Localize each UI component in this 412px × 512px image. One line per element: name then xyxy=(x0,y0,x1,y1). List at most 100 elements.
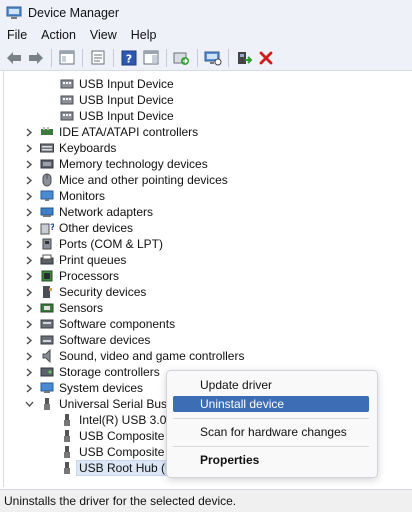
menu-action[interactable]: Action xyxy=(34,28,83,42)
toolbar: ? xyxy=(0,45,412,71)
toolbar-separator xyxy=(197,48,198,67)
monitor-icon xyxy=(40,189,54,203)
processor-icon xyxy=(40,269,54,283)
system-device-icon xyxy=(40,381,54,395)
help-icon[interactable]: ? xyxy=(119,48,138,67)
chevron-right-icon[interactable] xyxy=(24,159,34,169)
tree-category-security[interactable]: Security devices xyxy=(24,284,146,300)
menu-item-update-driver[interactable]: Update driver xyxy=(173,377,369,393)
menu-item-properties[interactable]: Properties xyxy=(173,452,369,468)
sensor-icon xyxy=(40,301,54,315)
menu-view[interactable]: View xyxy=(83,28,124,42)
forward-arrow-icon[interactable] xyxy=(26,48,45,67)
usb-icon xyxy=(60,413,74,427)
context-menu: Update driver Uninstall device Scan for … xyxy=(166,370,378,478)
update-driver-icon[interactable] xyxy=(172,48,191,67)
tree-category-sound[interactable]: Sound, video and game controllers xyxy=(24,348,244,364)
mouse-icon xyxy=(40,173,54,187)
chevron-right-icon[interactable] xyxy=(24,271,34,281)
tree-item-usb-input-device[interactable]: USB Input Device xyxy=(60,76,174,92)
tree-category-system[interactable]: System devices xyxy=(24,380,143,396)
tree-category-mice[interactable]: Mice and other pointing devices xyxy=(24,172,228,188)
toolbar-separator xyxy=(82,48,83,67)
tree-category-keyboards[interactable]: Keyboards xyxy=(24,140,116,156)
tree-category-processors[interactable]: Processors xyxy=(24,268,119,284)
tree-category-print-queues[interactable]: Print queues xyxy=(24,252,126,268)
delete-x-icon[interactable] xyxy=(256,48,275,67)
chevron-right-icon[interactable] xyxy=(24,319,34,329)
tree-category-memory[interactable]: Memory technology devices xyxy=(24,156,208,172)
svg-text:?: ? xyxy=(50,223,54,233)
menu-bar: File Action View Help xyxy=(0,25,412,45)
tree-category-ports[interactable]: Ports (COM & LPT) xyxy=(24,236,163,252)
chevron-right-icon[interactable] xyxy=(24,367,34,377)
chevron-right-icon[interactable] xyxy=(24,351,34,361)
speaker-icon xyxy=(40,349,54,363)
chevron-right-icon[interactable] xyxy=(24,239,34,249)
usb-icon xyxy=(60,445,74,459)
chevron-right-icon[interactable] xyxy=(24,287,34,297)
chevron-right-icon[interactable] xyxy=(24,383,34,393)
device-manager-icon xyxy=(6,6,22,19)
storage-controller-icon xyxy=(40,365,54,379)
window-title: Device Manager xyxy=(28,5,120,20)
menu-separator xyxy=(173,446,369,447)
menu-item-scan-hardware-changes[interactable]: Scan for hardware changes xyxy=(173,424,369,440)
tree-item-usb-input-device[interactable]: USB Input Device xyxy=(60,108,174,124)
toolbar-separator xyxy=(228,48,229,67)
usb-icon xyxy=(60,429,74,443)
menu-separator xyxy=(173,418,369,419)
tree-category-sensors[interactable]: Sensors xyxy=(24,300,103,316)
chevron-right-icon[interactable] xyxy=(24,223,34,233)
tree-category-network[interactable]: Network adapters xyxy=(24,204,153,220)
enable-device-icon[interactable] xyxy=(234,48,253,67)
tree-category-ide[interactable]: IDE ATA/ATAPI controllers xyxy=(24,124,198,140)
ide-controller-icon xyxy=(40,125,54,139)
status-bar: Uninstalls the driver for the selected d… xyxy=(0,489,412,512)
chevron-right-icon[interactable] xyxy=(24,127,34,137)
toolbar-separator xyxy=(51,48,52,67)
chevron-right-icon[interactable] xyxy=(24,207,34,217)
network-adapter-icon xyxy=(40,205,54,219)
port-icon xyxy=(40,237,54,251)
chevron-right-icon[interactable] xyxy=(24,175,34,185)
keyboard-icon xyxy=(40,141,54,155)
back-arrow-icon[interactable] xyxy=(4,48,23,67)
properties-sheet-icon[interactable] xyxy=(88,48,107,67)
menu-file[interactable]: File xyxy=(0,28,34,42)
chevron-down-icon[interactable] xyxy=(24,399,34,409)
chevron-right-icon[interactable] xyxy=(24,255,34,265)
memory-icon xyxy=(40,157,54,171)
tree-item-usb-input-device[interactable]: USB Input Device xyxy=(60,92,174,108)
toolbar-separator xyxy=(113,48,114,67)
action-pane-icon[interactable] xyxy=(141,48,160,67)
toolbar-separator xyxy=(166,48,167,67)
software-device-icon xyxy=(40,333,54,347)
tree-category-software-devices[interactable]: Software devices xyxy=(24,332,150,348)
security-device-icon xyxy=(40,285,54,299)
software-component-icon xyxy=(40,317,54,331)
printer-icon xyxy=(40,253,54,267)
chevron-right-icon[interactable] xyxy=(24,303,34,313)
menu-help[interactable]: Help xyxy=(124,28,164,42)
tree-category-other[interactable]: ? Other devices xyxy=(24,220,133,236)
svg-text:?: ? xyxy=(125,52,131,65)
chevron-right-icon[interactable] xyxy=(24,191,34,201)
device-manager-window: Device Manager File Action View Help ? U… xyxy=(0,0,412,512)
hid-device-icon xyxy=(60,77,74,91)
scan-hardware-changes-icon[interactable] xyxy=(203,48,222,67)
status-text: Uninstalls the driver for the selected d… xyxy=(4,494,237,508)
hid-device-icon xyxy=(60,93,74,107)
tree-category-storage[interactable]: Storage controllers xyxy=(24,364,160,380)
usb-icon xyxy=(40,397,54,411)
hid-device-icon xyxy=(60,109,74,123)
tree-category-software-components[interactable]: Software components xyxy=(24,316,175,332)
menu-item-uninstall-device[interactable]: Uninstall device xyxy=(173,396,369,412)
unknown-device-icon: ? xyxy=(40,221,54,235)
title-bar: Device Manager xyxy=(0,0,412,25)
chevron-right-icon[interactable] xyxy=(24,143,34,153)
tree-category-monitors[interactable]: Monitors xyxy=(24,188,105,204)
chevron-right-icon[interactable] xyxy=(24,335,34,345)
show-hide-console-tree-icon[interactable] xyxy=(57,48,76,67)
usb-icon xyxy=(60,461,74,475)
